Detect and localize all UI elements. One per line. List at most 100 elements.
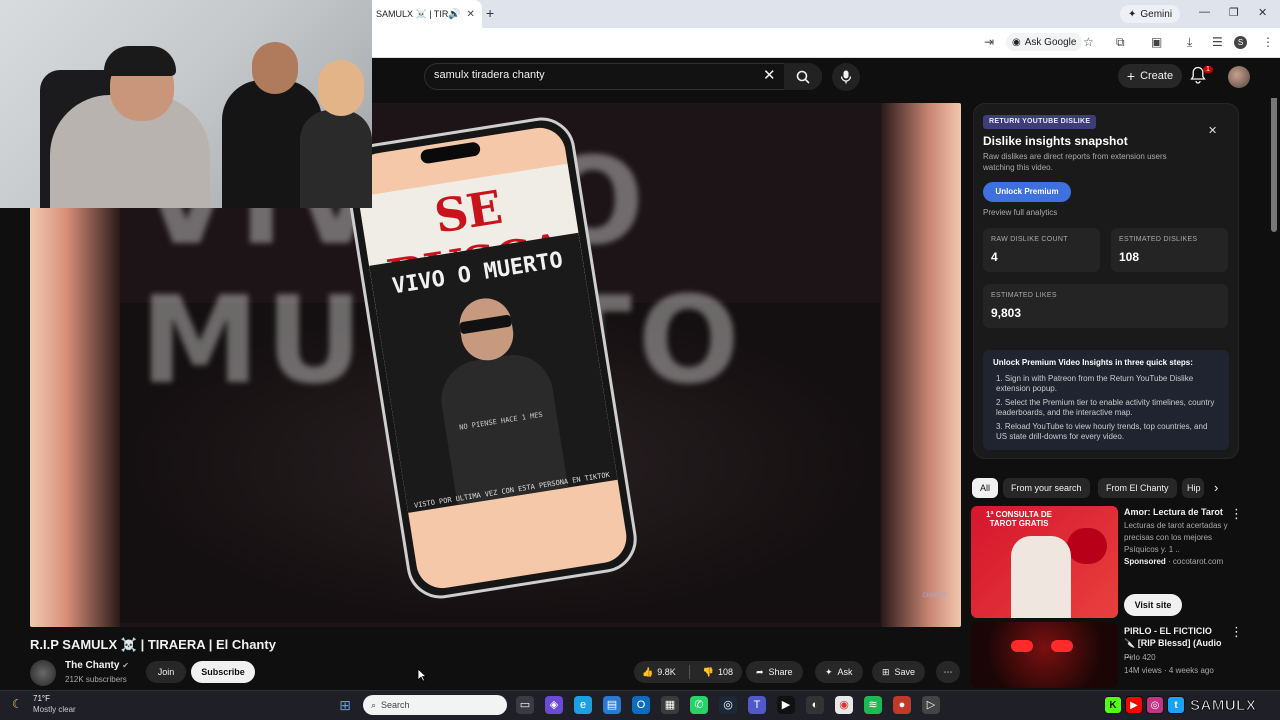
estimated-likes-label: ESTIMATED LIKES [991,292,1057,299]
file-explorer-icon[interactable]: ▤ [603,696,621,714]
edge-icon[interactable]: e [574,696,592,714]
chip-from-el-chanty[interactable]: From El Chanty [1098,478,1177,498]
chip-all[interactable]: All [972,478,999,498]
save-label: Save [894,667,916,677]
teams-icon[interactable]: T [748,696,766,714]
clear-search-icon[interactable]: ✕ [763,66,776,84]
outlook-icon[interactable]: O [632,696,650,714]
kick-icon: K [1104,696,1122,714]
video-more-icon[interactable]: ⋮ [1230,624,1243,640]
ad-title[interactable]: Amor: Lectura de Tarot [1124,507,1223,517]
chrome-icon[interactable]: ◉ [835,696,853,714]
preview-analytics-link[interactable]: Preview full analytics [983,208,1057,217]
sponsored-label: Sponsored [1124,557,1166,566]
ad-sponsor-line: Sponsored · cocotarot.com [1124,557,1224,566]
voice-search-button[interactable] [832,63,860,91]
ad-thumbnail[interactable]: 1ª CONSULTA DE TAROT GRATIS [971,506,1118,618]
like-dislike-group: 👍 9.8K 👎 108 [634,661,742,683]
dislike-count: 108 [717,667,733,677]
browser-tab[interactable]: SAMULX ☠️ | TIRAE 🔊 ✕ [372,0,482,28]
ad-thumbnail-text: 1ª CONSULTA DE TAROT GRATIS [986,510,1052,528]
weather-temp[interactable]: 71°F [33,694,50,703]
whatsapp-icon[interactable]: ✆ [690,696,708,714]
thumbnail-eye [1051,640,1073,652]
ad-more-icon[interactable]: ⋮ [1230,506,1243,522]
speaker-icon[interactable]: 🔊 [448,9,460,20]
streamer-handle: SAMULX [1189,696,1257,714]
task-view-icon[interactable]: ▭ [516,696,534,714]
twitter-icon: t [1167,696,1185,714]
sparkle-icon: ✦ [825,667,833,677]
taskbar-search[interactable]: ⌕ Search [363,695,507,715]
download-icon[interactable]: ⤓ [1187,35,1192,50]
media-player-icon[interactable]: ▷ [922,696,940,714]
ask-button[interactable]: ✦ Ask [815,661,863,683]
person-middle-head [252,42,298,94]
like-divider [688,665,690,679]
thumbnail-eye [1011,640,1033,652]
verified-icon: ✔ [122,661,129,670]
unlock-premium-button[interactable]: Unlock Premium [983,182,1071,202]
ad-description: Lecturas de tarot acertadas y precisas c… [1124,521,1228,554]
tab-title: SAMULX ☠️ | TIRAE [376,8,448,19]
chip-hip[interactable]: Hip [1182,478,1204,498]
app-icon[interactable]: ◐ [806,696,824,714]
close-tab-icon[interactable]: ✕ [466,9,474,20]
channel-name[interactable]: The Chanty ✔ [65,660,129,671]
microphone-icon [840,70,852,84]
visit-site-button[interactable]: Visit site [1124,594,1182,616]
video-thumbnail[interactable] [971,622,1118,688]
bookmark-star-icon[interactable]: ☆ [1083,35,1094,49]
store-icon[interactable]: ▦ [661,696,679,714]
notification-app-icon[interactable]: ● [893,696,911,714]
panel-close-icon[interactable]: ✕ [1208,124,1217,137]
save-button[interactable]: ⊞ Save [872,661,926,683]
minimize-button[interactable]: — [1199,6,1210,18]
estimated-dislikes-value: 108 [1119,250,1140,264]
create-button[interactable]: + Create [1118,64,1182,88]
ask-label: Ask [837,667,853,677]
ask-google-label: Ask Google [1024,36,1077,48]
extensions-icon[interactable]: ⧉ [1116,35,1125,50]
capcut-icon[interactable]: ▶ [777,696,795,714]
gemini-button[interactable]: ✦ Gemini [1120,5,1181,23]
more-actions-button[interactable]: ⋯ [936,661,960,683]
new-tab-button[interactable]: + [486,5,494,21]
like-count: 9.8K [657,667,676,677]
subscribe-button[interactable]: Subscribe [191,661,255,683]
reading-list-icon[interactable]: ☰ [1212,35,1223,49]
sidebar-video-channel[interactable]: Pirlo 420 [1124,653,1156,662]
create-label: Create [1140,70,1174,82]
subscriber-count: 212K subscribers [65,675,127,684]
webcam-overlay [0,0,372,208]
close-window-button[interactable]: ✕ [1258,6,1267,19]
windows-start-icon[interactable]: ⊞ [336,696,354,714]
join-button[interactable]: Join [146,661,186,683]
restore-button[interactable]: ❐ [1229,6,1239,19]
estimated-dislikes-label: ESTIMATED DISLIKES [1119,236,1198,243]
spotify-icon[interactable]: ≋ [864,696,882,714]
youtube-icon: ▶ [1125,696,1143,714]
chip-from-your-search[interactable]: From your search [1003,478,1090,498]
channel-avatar[interactable] [30,660,56,686]
weather-description[interactable]: Mostly clear [33,705,76,714]
account-avatar[interactable] [1228,66,1250,88]
search-query[interactable]: samulx tiradera chanty [434,69,545,81]
search-icon: ⌕ [371,699,377,710]
plus-icon: + [1126,68,1136,84]
profile-avatar[interactable]: S [1234,36,1247,49]
search-button[interactable] [784,63,822,90]
notification-badge: 1 [1203,66,1213,73]
like-button[interactable]: 👍 9.8K [634,661,684,683]
chevron-right-icon[interactable]: › [1214,480,1218,495]
browser-menu-icon[interactable]: ⋮ [1262,35,1274,49]
split-view-icon[interactable]: ▣ [1151,35,1162,49]
ask-google-button[interactable]: ◉ Ask Google [1006,33,1083,51]
cast-icon[interactable]: ⇥ [984,35,994,49]
steam-icon[interactable]: ◎ [719,696,737,714]
premium-step: 1. Sign in with Patreon from the Return … [996,374,1194,393]
copilot-icon[interactable]: ◈ [545,696,563,714]
share-button[interactable]: ➦ Share [746,661,803,683]
weather-moon-icon[interactable]: ☾ [12,697,23,711]
dislike-button[interactable]: 👎 108 [695,661,741,683]
